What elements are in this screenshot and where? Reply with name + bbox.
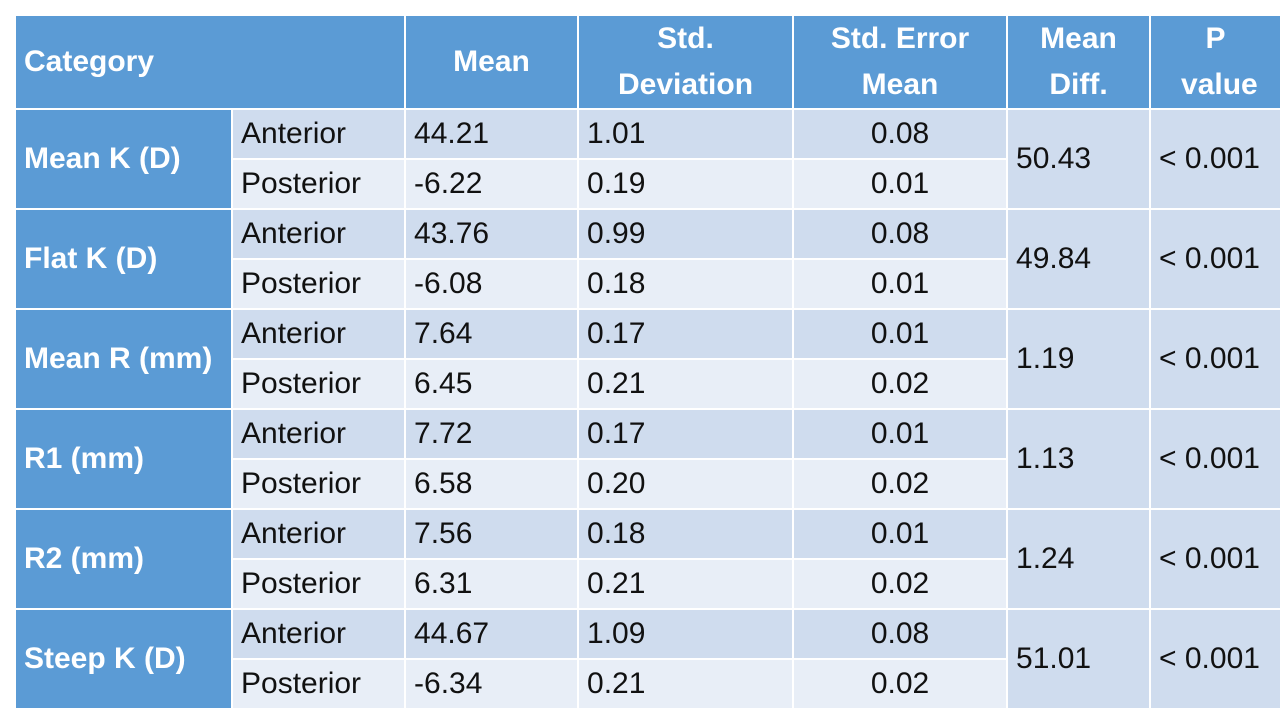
- table-row: Mean K (D) Anterior 44.21 1.01 0.08 50.43 < 0.…: [14, 108, 1280, 210]
- mean-diff-value: 49.84: [1006, 208, 1152, 310]
- se-value: 0.01: [792, 508, 1009, 560]
- surface-label: Anterior: [230, 408, 407, 460]
- table-row: R1 (mm) Anterior 7.72 0.17 0.01 1.13 < 0.001: [14, 408, 1280, 510]
- mean-diff-value: 1.19: [1006, 308, 1152, 410]
- sd-value: 0.99: [577, 208, 795, 260]
- mean-value: -6.22: [404, 158, 580, 210]
- mean-value: 7.72: [404, 408, 580, 460]
- sd-value: 0.21: [577, 558, 795, 610]
- mean-diff-value: 50.43: [1006, 108, 1152, 210]
- mean-value: 7.64: [404, 308, 580, 360]
- surface-label: Posterior: [230, 358, 407, 410]
- p-value: < 0.001: [1149, 508, 1280, 610]
- se-value: 0.08: [792, 108, 1009, 160]
- p-value: < 0.001: [1149, 208, 1280, 310]
- p-value: < 0.001: [1149, 608, 1280, 710]
- surface-label: Posterior: [230, 458, 407, 510]
- category-cell: R1 (mm): [14, 408, 233, 510]
- sd-value: 0.17: [577, 308, 795, 360]
- comparison-table: Category Mean Std. Deviation Std. Error …: [13, 14, 1280, 710]
- mean-value: 7.56: [404, 508, 580, 560]
- header-mean: Mean: [404, 14, 580, 110]
- se-value: 0.02: [792, 358, 1009, 410]
- sd-value: 1.09: [577, 608, 795, 660]
- surface-label: Posterior: [230, 658, 407, 710]
- surface-label: Posterior: [230, 558, 407, 610]
- header-std-error-mean: Std. Error Mean: [792, 14, 1009, 110]
- sd-value: 0.18: [577, 508, 795, 560]
- category-cell: Mean R (mm): [14, 308, 233, 410]
- table-row: R2 (mm) Anterior 7.56 0.18 0.01 1.24 < 0.001: [14, 508, 1280, 610]
- se-value: 0.02: [792, 658, 1009, 710]
- category-cell: Flat K (D): [14, 208, 233, 310]
- mean-value: -6.08: [404, 258, 580, 310]
- table-row: Steep K (D) Anterior 44.67 1.09 0.08 51.01 < 0…: [14, 608, 1280, 710]
- header-p-value: P value: [1149, 14, 1280, 110]
- mean-value: 6.45: [404, 358, 580, 410]
- surface-label: Anterior: [230, 108, 407, 160]
- surface-label: Posterior: [230, 158, 407, 210]
- surface-label: Anterior: [230, 208, 407, 260]
- p-value: < 0.001: [1149, 308, 1280, 410]
- p-value: < 0.001: [1149, 408, 1280, 510]
- header-std-deviation: Std. Deviation: [577, 14, 795, 110]
- sd-value: 0.20: [577, 458, 795, 510]
- mean-value: 43.76: [404, 208, 580, 260]
- mean-diff-value: 1.24: [1006, 508, 1152, 610]
- sd-value: 0.17: [577, 408, 795, 460]
- se-value: 0.01: [792, 308, 1009, 360]
- sd-value: 0.19: [577, 158, 795, 210]
- sd-value: 0.18: [577, 258, 795, 310]
- mean-diff-value: 1.13: [1006, 408, 1152, 510]
- se-value: 0.02: [792, 558, 1009, 610]
- se-value: 0.08: [792, 208, 1009, 260]
- mean-value: 6.58: [404, 458, 580, 510]
- mean-value: 6.31: [404, 558, 580, 610]
- table-row: Flat K (D) Anterior 43.76 0.99 0.08 49.84 < 0.…: [14, 208, 1280, 310]
- sd-value: 0.21: [577, 358, 795, 410]
- mean-value: 44.21: [404, 108, 580, 160]
- category-cell: Mean K (D): [14, 108, 233, 210]
- se-value: 0.01: [792, 258, 1009, 310]
- mean-diff-value: 51.01: [1006, 608, 1152, 710]
- se-value: 0.08: [792, 608, 1009, 660]
- se-value: 0.01: [792, 408, 1009, 460]
- se-value: 0.02: [792, 458, 1009, 510]
- se-value: 0.01: [792, 158, 1009, 210]
- header-mean-diff: Mean Diff.: [1006, 14, 1152, 110]
- sd-value: 0.21: [577, 658, 795, 710]
- header-category: Category: [13, 14, 407, 110]
- p-value: < 0.001: [1149, 108, 1280, 210]
- mean-value: 44.67: [404, 608, 580, 660]
- surface-label: Anterior: [230, 508, 407, 560]
- surface-label: Posterior: [230, 258, 407, 310]
- sd-value: 1.01: [577, 108, 795, 160]
- table-row: Mean R (mm) Anterior 7.64 0.17 0.01 1.19 < 0.0…: [14, 308, 1280, 410]
- category-cell: R2 (mm): [14, 508, 233, 610]
- header-row: Category Mean Std. Deviation Std. Error …: [13, 14, 1280, 110]
- mean-value: -6.34: [404, 658, 580, 710]
- surface-label: Anterior: [230, 608, 407, 660]
- category-cell: Steep K (D): [14, 608, 233, 710]
- surface-label: Anterior: [230, 308, 407, 360]
